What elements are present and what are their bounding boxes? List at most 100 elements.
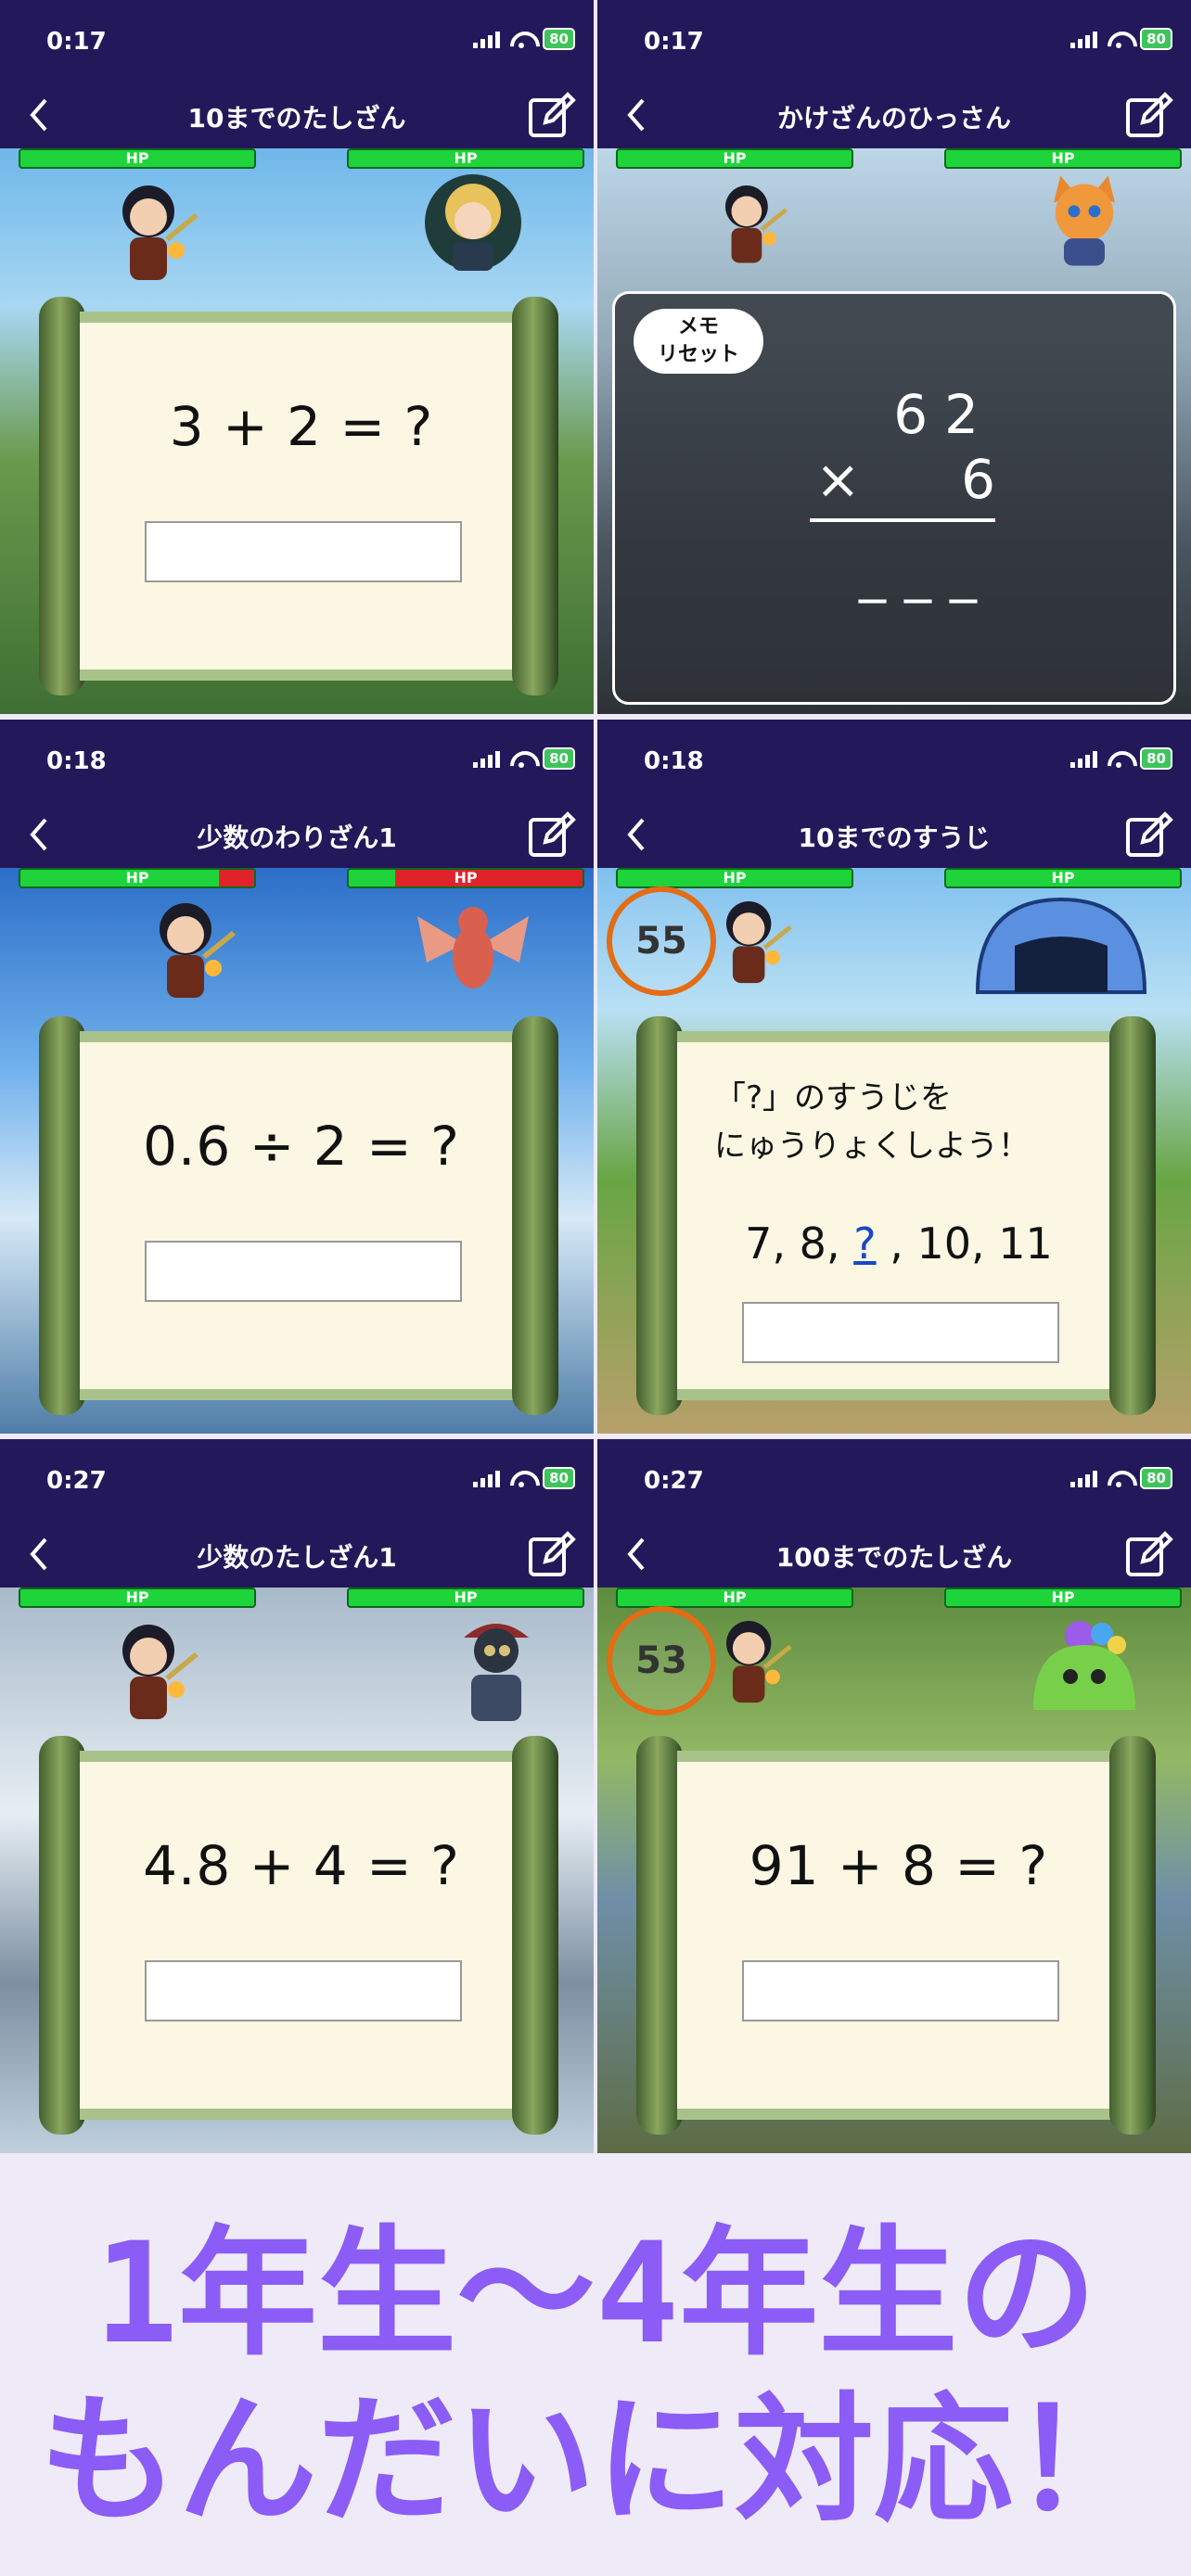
player-hp-bar: HP [19,868,256,888]
panel-decimal-addition: 0:27 80 少数のたしざん1 HP HP 4.8 + 4 = ? [0,1439,594,2153]
question-text: 91 + 8 = ? [749,1834,1049,1897]
battle-scene: HP HP 4.8 + 4 = ? [0,1588,594,2153]
battery-icon: 80 [543,28,575,50]
status-time: 0:27 [644,1467,704,1495]
enemy-hp-bar: HP [347,868,584,888]
enemy-cat-character [1054,175,1115,266]
multiplier: 6 [961,448,995,511]
scroll-rod-right [512,1016,558,1415]
sequence-before: 7, 8, [745,1218,854,1269]
signal-icon [473,749,501,768]
scroll-rod-right [1109,1736,1156,2135]
wifi-icon [1107,749,1131,768]
scroll-rod-left [636,1016,683,1415]
back-button[interactable] [20,814,58,855]
hero-character [122,1625,198,1719]
status-time: 0:17 [46,28,107,56]
status-bar: 0:17 80 [597,0,1191,82]
hero-character [726,1621,792,1703]
sequence-blank: ? [853,1218,877,1269]
enemy-hp-bar: HP [944,148,1182,169]
enemy-pirate-character [464,1624,529,1721]
back-button[interactable] [618,814,655,855]
wifi-icon [1107,30,1131,48]
signal-icon [1070,30,1098,48]
battery-icon: 80 [543,1467,575,1489]
multiplier-row: × 6 [810,448,995,513]
status-time: 0:17 [644,28,704,56]
question-text: 0.6 ÷ 2 = ? [143,1115,460,1178]
answer-slots[interactable]: ___ [810,541,995,604]
player-hp-bar: HP [616,1588,853,1608]
chevron-left-icon [30,818,47,851]
chevron-left-icon [627,818,645,851]
scroll-rod-left [39,1016,85,1415]
column-multiplication: 62 × 6 ___ [810,383,995,604]
hero-character [725,185,788,263]
battery-icon: 80 [1140,28,1172,50]
panel-addition-10: 0:17 80 10までのたしざん HP HP 3 + 2 = ? [0,0,594,714]
status-bar: 0:17 80 [0,0,594,82]
panel-numbers-10: 0:18 80 10までのすうじ HP HP 55 「?」のすうじを にゅうりょ… [597,720,1191,1434]
page-title: 100までのたしざん [775,1542,1013,1573]
wifi-icon [509,749,533,768]
page-title: かけざんのひっさん [776,103,1011,134]
player-hp-bar: HP [19,1588,256,1608]
page-title: 10までのたしざん [187,103,406,134]
hero-character [122,185,198,280]
chevron-left-icon [30,98,47,132]
battle-scene: HP HP メモ リセット 62 × 6 ___ [597,148,1191,714]
countdown-timer: 53 [607,1606,716,1715]
panel-addition-100: 0:27 80 100までのたしざん HP HP 53 91 + 8 = ? [597,1439,1191,2153]
scroll-rod-left [636,1736,683,2135]
nav-bar: かけざんのひっさん [597,82,1191,148]
question-scroll: 「?」のすうじを にゅうりょくしよう！ 7, 8, ? , 10, 11 [636,1016,1156,1415]
scroll-rod-right [512,1736,558,2135]
edit-button[interactable] [1122,89,1174,141]
system-icons: 80 [1070,1467,1172,1489]
edit-note-icon [529,92,576,137]
page-title: 少数のわりざん1 [197,823,397,853]
memo-reset-label: メモ リセット [657,315,739,366]
back-button[interactable] [618,95,655,135]
nav-bar: 少数のたしざん1 [0,1521,594,1588]
status-bar: 0:18 80 [0,720,594,801]
edit-button[interactable] [1122,1528,1174,1580]
edit-button[interactable] [525,809,577,861]
answer-input[interactable] [145,521,462,582]
status-bar: 0:27 80 [0,1439,594,1521]
back-button[interactable] [20,95,58,135]
scroll-paper: 0.6 ÷ 2 = ? [80,1031,523,1400]
panel-decimal-division: 0:18 80 少数のわりざん1 HP HP 0.6 ÷ 2 = ? [0,720,594,1434]
back-button[interactable] [20,1534,58,1575]
answer-input[interactable] [742,1302,1059,1363]
edit-note-icon [1126,811,1173,857]
enemy-dragon-character [417,907,529,988]
question-text: 4.8 + 4 = ? [143,1834,460,1897]
answer-input[interactable] [742,1960,1059,2021]
memo-board[interactable]: メモ リセット 62 × 6 ___ [612,291,1176,705]
edit-button[interactable] [525,89,577,141]
memo-reset-button[interactable]: メモ リセット [634,309,763,374]
signal-icon [1070,749,1098,768]
system-icons: 80 [473,1467,575,1489]
question-text: 3 + 2 = ? [169,395,434,458]
nav-bar: 100までのたしざん [597,1521,1191,1588]
scroll-rod-right [512,297,558,695]
battle-scene: HP HP 53 91 + 8 = ? [597,1588,1191,2153]
question-scroll: 91 + 8 = ? [636,1736,1156,2135]
wifi-icon [509,30,533,48]
system-icons: 80 [1070,747,1172,770]
battery-icon: 80 [1140,1467,1172,1489]
edit-button[interactable] [525,1528,577,1580]
status-time: 0:18 [644,747,704,775]
answer-input[interactable] [145,1241,462,1302]
back-button[interactable] [618,1534,655,1575]
edit-button[interactable] [1122,809,1174,861]
nav-bar: 10までのすうじ [597,801,1191,868]
question-scroll: 0.6 ÷ 2 = ? [39,1016,558,1415]
edit-note-icon [1126,92,1173,137]
scroll-paper: 91 + 8 = ? [677,1751,1121,2120]
hero-character [726,901,792,984]
answer-input[interactable] [145,1960,462,2021]
